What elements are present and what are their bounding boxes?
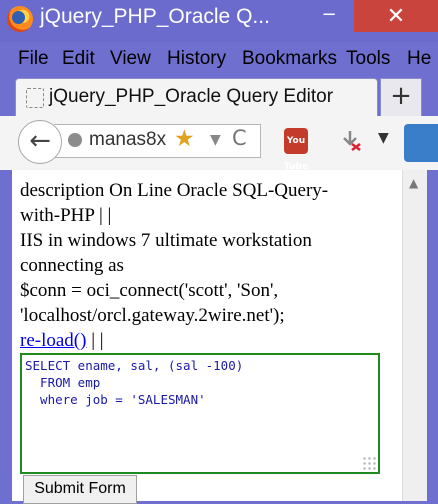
scroll-up-arrow-icon[interactable]: ▲ xyxy=(409,176,418,190)
tab-strip: jQuery_PHP_Oracle Query Editor + xyxy=(0,74,438,117)
query-editor-textarea[interactable]: SELECT ename, sal, (sal -100) FROM emp w… xyxy=(20,353,380,474)
back-button[interactable]: ← xyxy=(18,120,62,164)
window-right-border xyxy=(426,170,438,501)
description-line: description On Line Oracle SQL-Query- xyxy=(20,180,329,201)
new-tab-button[interactable]: + xyxy=(380,78,422,116)
navigation-bar: manas8x ★ ▼ C ← You Tube ▼ xyxy=(0,116,438,172)
url-text[interactable]: manas8x xyxy=(89,129,166,151)
resize-grip-icon[interactable] xyxy=(362,456,376,470)
url-history-dropdown-icon[interactable]: ▼ xyxy=(210,132,221,148)
description-line: $conn = oci_connect('scott', 'Son', xyxy=(20,280,279,301)
menu-history[interactable]: History xyxy=(167,48,226,70)
reload-icon[interactable]: C xyxy=(232,126,247,150)
menu-tools[interactable]: Tools xyxy=(346,48,390,70)
site-identity-icon[interactable] xyxy=(68,133,82,147)
description-line: connecting as xyxy=(20,255,124,276)
menu-bookmarks[interactable]: Bookmarks xyxy=(242,48,337,70)
window-title: jQuery_PHP_Oracle Q... xyxy=(40,5,270,28)
menu-help[interactable]: He xyxy=(407,48,431,70)
description-line: 'localhost/orcl.gateway.2wire.net'); xyxy=(20,305,285,326)
query-text[interactable]: SELECT ename, sal, (sal -100) FROM emp w… xyxy=(22,355,378,410)
bookmark-star-icon[interactable]: ★ xyxy=(174,126,195,152)
close-button[interactable]: ✕ xyxy=(354,0,438,32)
tab-query-editor[interactable]: jQuery_PHP_Oracle Query Editor xyxy=(15,78,378,117)
window-left-border xyxy=(0,170,12,501)
toolbar-dropdown-icon[interactable]: ▼ xyxy=(378,130,389,146)
menu-bar: File Edit View History Bookmarks Tools H… xyxy=(0,42,438,74)
title-bar: jQuery_PHP_Oracle Q... − ✕ xyxy=(0,0,438,42)
url-bar[interactable]: manas8x ★ ▼ C xyxy=(54,124,261,158)
reload-link[interactable]: re-load() xyxy=(20,330,86,351)
page-description: description On Line Oracle SQL-Query- wi… xyxy=(20,178,400,353)
skype-icon[interactable] xyxy=(404,124,438,162)
minimize-button[interactable]: − xyxy=(306,0,352,32)
description-line: with-PHP | | xyxy=(20,205,112,226)
blocked-download-icon[interactable] xyxy=(338,128,362,152)
menu-view[interactable]: View xyxy=(110,48,151,70)
tab-title: jQuery_PHP_Oracle Query Editor xyxy=(49,86,334,107)
menu-edit[interactable]: Edit xyxy=(62,48,95,70)
youtube-icon[interactable]: You Tube xyxy=(284,128,308,172)
vertical-scrollbar[interactable]: ▲ xyxy=(402,170,427,501)
menu-file[interactable]: File xyxy=(18,48,49,70)
submit-form-button[interactable]: Submit Form xyxy=(23,475,137,504)
firefox-globe-icon xyxy=(12,11,25,24)
page-content: description On Line Oracle SQL-Query- wi… xyxy=(12,170,402,504)
description-line: IIS in windows 7 ultimate workstation xyxy=(20,230,312,251)
reload-line: re-load() | | xyxy=(20,328,400,353)
page-favicon-icon xyxy=(26,88,44,108)
reload-suffix: | | xyxy=(91,330,104,351)
